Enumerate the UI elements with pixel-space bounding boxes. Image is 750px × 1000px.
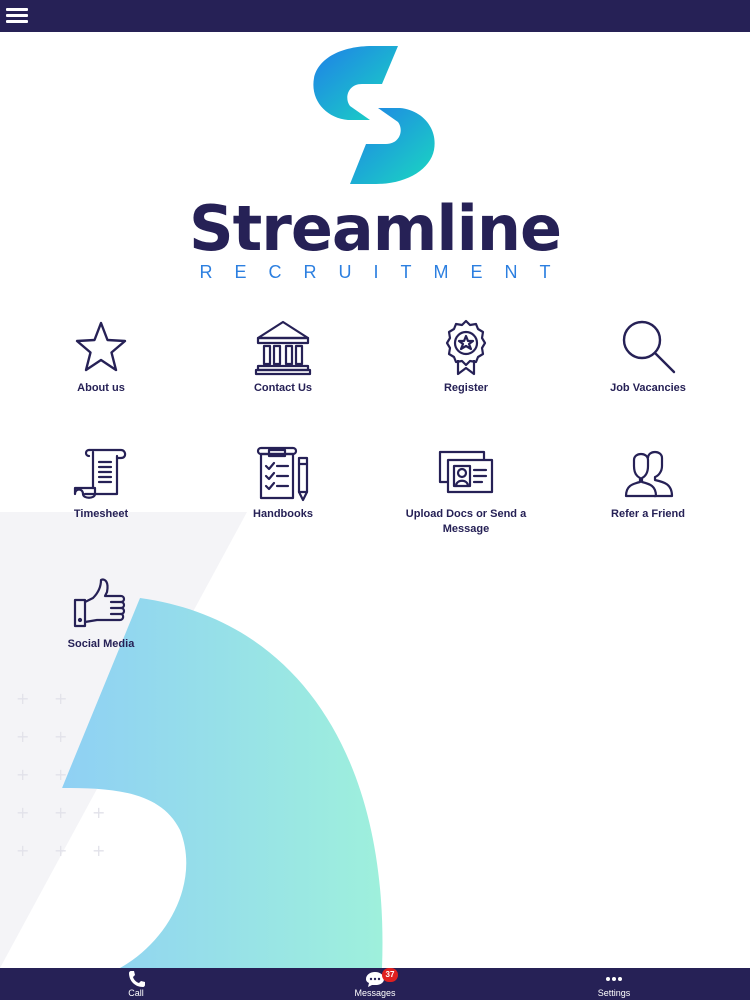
brand-tagline: RECRUITMENT	[199, 262, 573, 282]
tile-label: Social Media	[67, 638, 135, 650]
tile-label: Job Vacancies	[610, 382, 686, 394]
brand-name: Streamline	[188, 192, 562, 265]
thumbs-up-icon	[73, 578, 126, 628]
award-ribbon-icon	[445, 319, 487, 376]
clipboard-checklist-icon	[256, 446, 309, 502]
svg-text:+: +	[92, 841, 105, 860]
hamburger-icon[interactable]	[6, 7, 30, 25]
tile-upload-docs[interactable]: Upload Docs or Send a Message	[386, 444, 546, 537]
tile-label: Refer a Friend	[611, 508, 685, 520]
tile-contact-us[interactable]: Contact Us	[203, 318, 363, 396]
tab-call[interactable]: Call	[76, 968, 196, 1000]
tab-messages[interactable]: 37 Messages	[315, 968, 435, 1000]
tile-label: About us	[77, 382, 125, 394]
tile-label: Timesheet	[73, 508, 129, 520]
tile-label: Upload Docs or Send a Message	[405, 508, 527, 535]
svg-text:+: +	[16, 841, 29, 860]
tile-label: Contact Us	[253, 382, 313, 394]
tile-handbooks[interactable]: Handbooks	[203, 444, 363, 522]
bottom-nav: Call 37 Messages Settings	[0, 968, 750, 1000]
svg-text:+: +	[16, 765, 29, 784]
tile-about-us[interactable]: About us	[21, 318, 181, 396]
star-icon	[75, 321, 127, 372]
svg-text:+: +	[16, 727, 29, 746]
scroll-document-icon	[73, 448, 127, 499]
tab-label: Messages	[354, 988, 396, 998]
top-bar	[0, 0, 750, 32]
id-cards-icon	[438, 450, 494, 494]
tab-label: Settings	[597, 988, 631, 998]
svg-text:+: +	[54, 841, 67, 860]
tile-job-vacancies[interactable]: Job Vacancies	[568, 318, 728, 396]
svg-text:+: +	[54, 765, 67, 784]
tile-label: Handbooks	[253, 508, 313, 520]
more-dots-icon	[606, 977, 622, 981]
tile-register[interactable]: Register	[386, 318, 546, 396]
two-people-icon	[624, 450, 674, 498]
svg-text:+: +	[16, 689, 29, 708]
tile-timesheet[interactable]: Timesheet	[21, 444, 181, 522]
tab-settings[interactable]: Settings	[554, 968, 674, 1000]
bank-building-icon	[254, 320, 312, 376]
app-screen: + + + + + + + + + + + + Streamline RECRUITMENT …	[0, 0, 750, 1000]
messages-badge: 37	[382, 968, 398, 982]
svg-text:+: +	[54, 803, 67, 822]
svg-text:+: +	[16, 803, 29, 822]
tab-label: Call	[128, 988, 144, 998]
phone-icon	[129, 971, 145, 987]
svg-text:+: +	[92, 803, 105, 822]
tile-refer-a-friend[interactable]: Refer a Friend	[568, 444, 728, 522]
tile-label: Register	[443, 382, 489, 394]
svg-text:+: +	[54, 689, 67, 708]
magnifier-icon	[622, 320, 676, 374]
tile-social-media[interactable]: Social Media	[21, 574, 181, 652]
streamline-logo-icon	[313, 46, 435, 184]
svg-text:+: +	[54, 727, 67, 746]
